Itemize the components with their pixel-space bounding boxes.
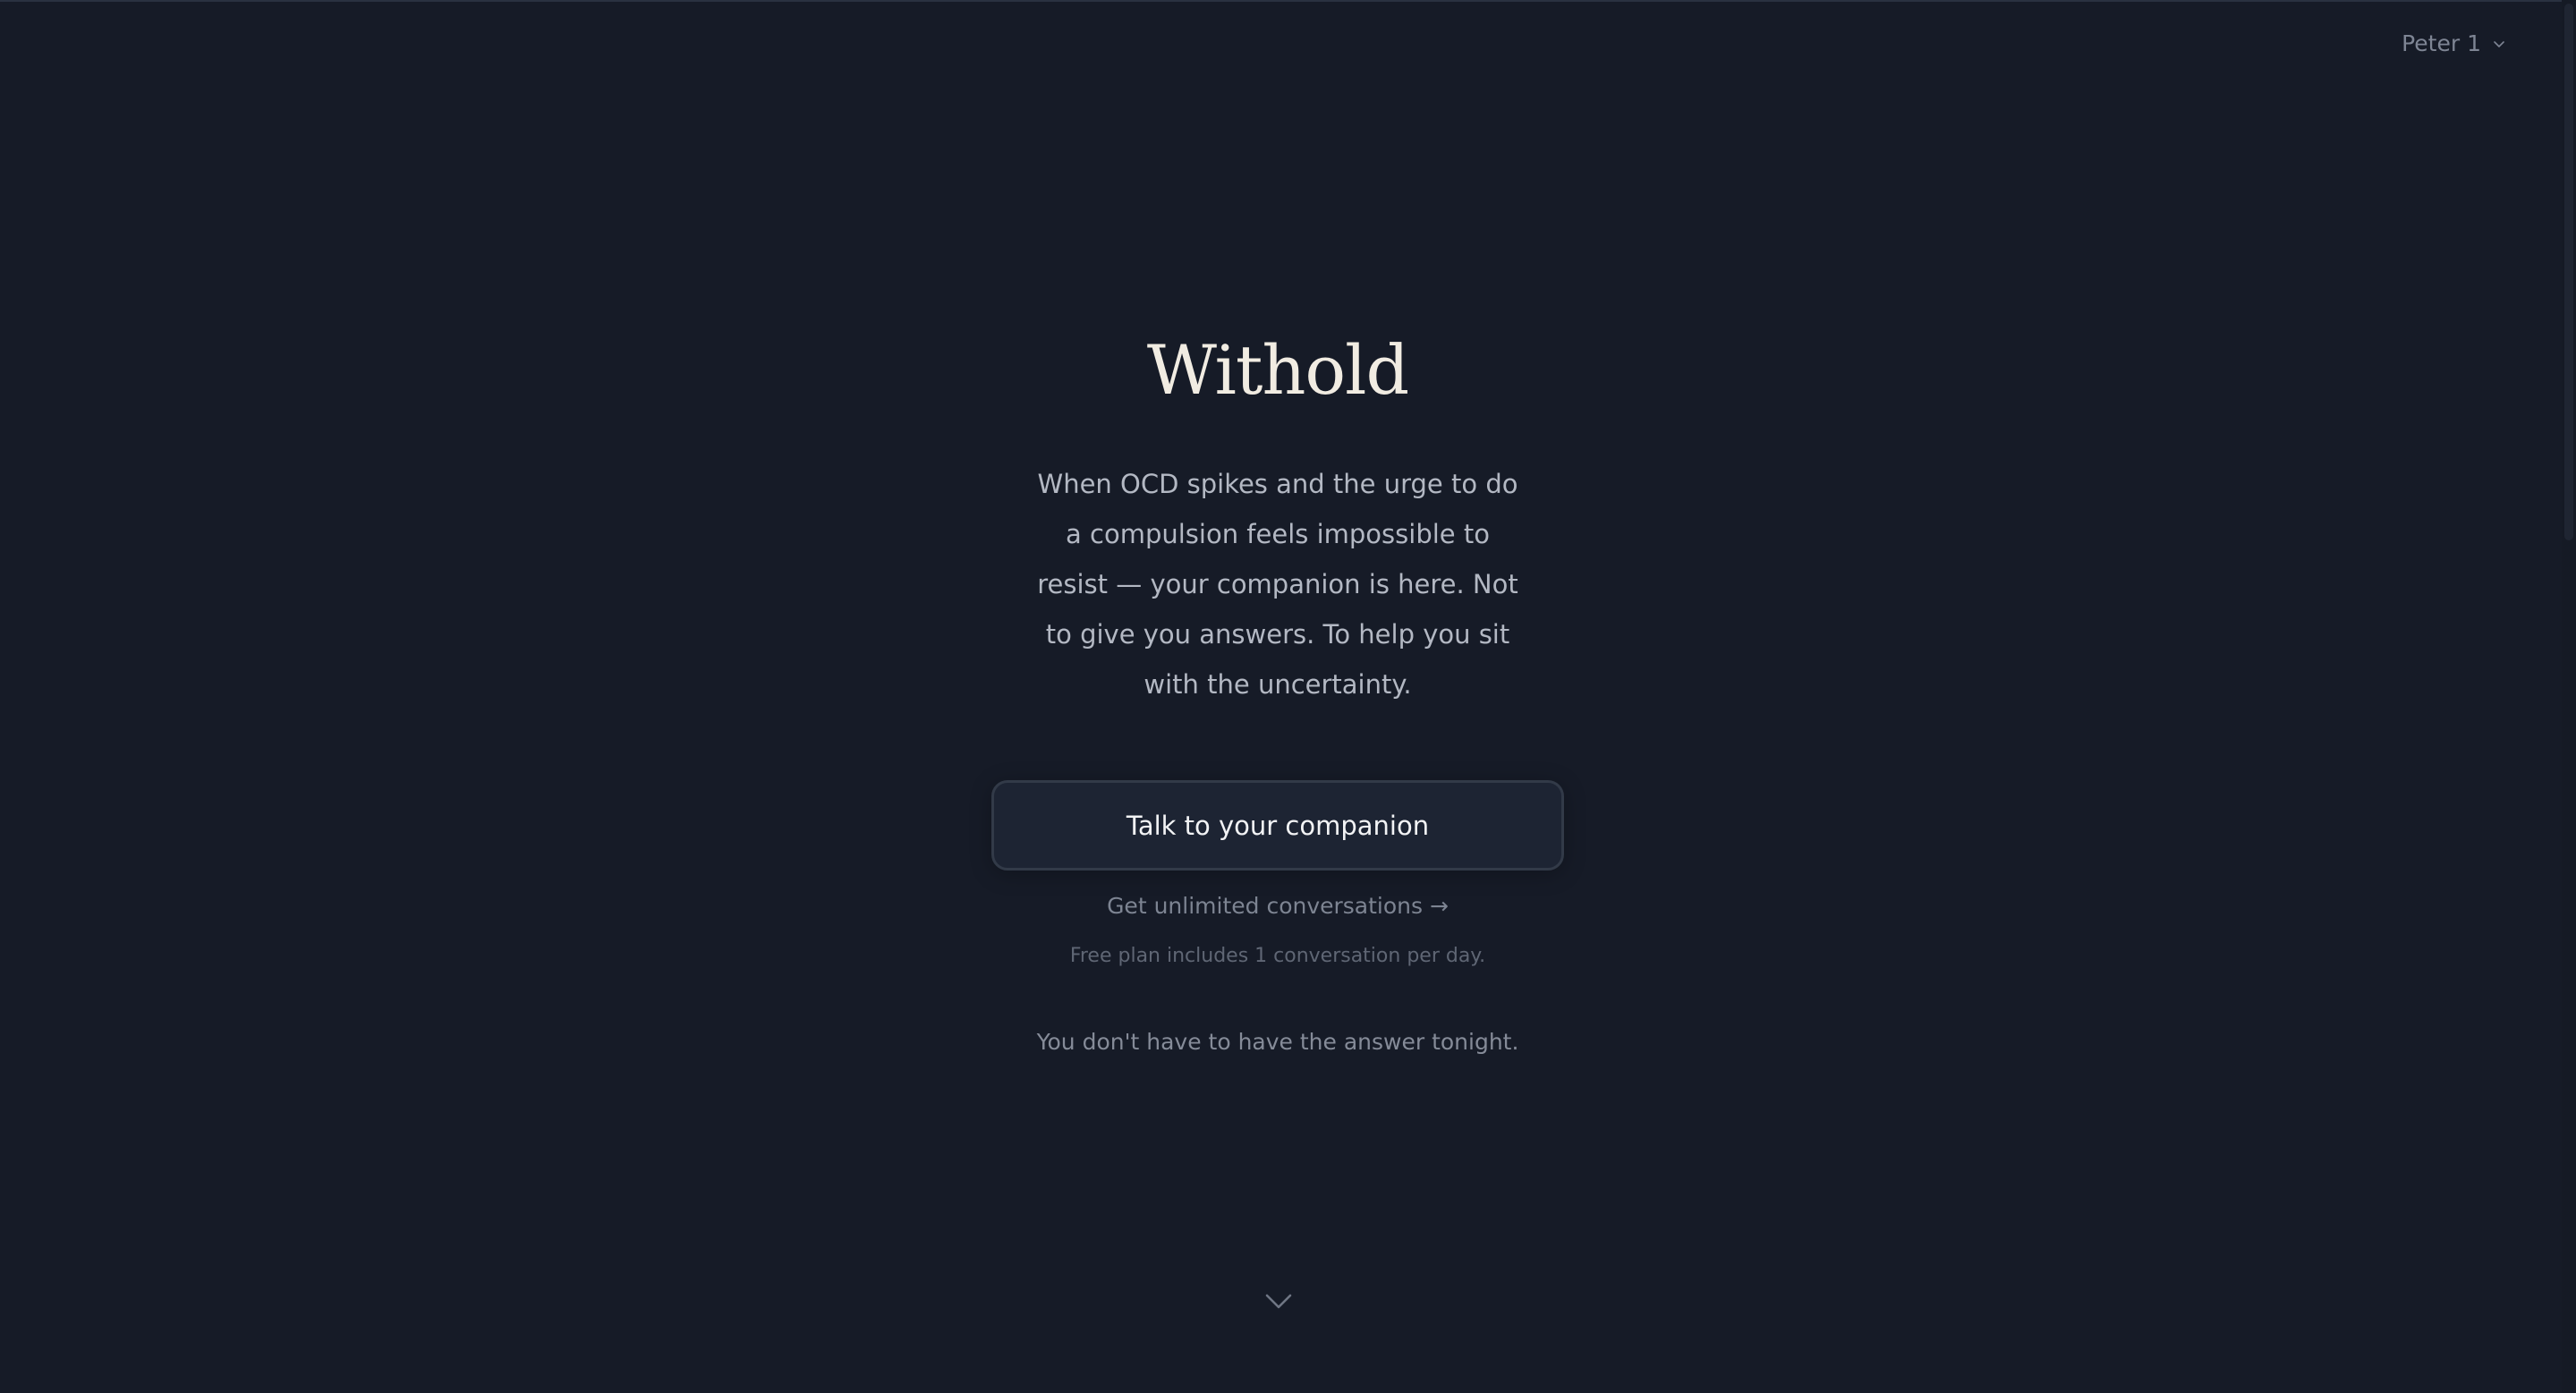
scrollbar-thumb[interactable] — [2564, 4, 2573, 540]
chevron-down-icon — [2494, 40, 2504, 47]
hero-description: When OCD spikes and the urge to do a com… — [1037, 469, 1518, 700]
free-plan-note: Free plan includes 1 conversation per da… — [1069, 945, 1486, 967]
scroll-down-chevron-icon[interactable] — [1264, 1290, 1293, 1312]
unlimited-conversations-link[interactable]: Get unlimited conversations → — [975, 889, 1580, 923]
user-menu[interactable]: Peter 1 — [2402, 30, 2506, 56]
top-border — [0, 0, 2576, 2]
talk-to-companion-button[interactable]: Talk to your companion — [991, 780, 1564, 871]
scrollbar[interactable] — [2562, 0, 2576, 1393]
page-title: Withold — [1146, 330, 1409, 410]
user-name: Peter 1 — [2402, 30, 2481, 56]
tagline: You don't have to have the answer tonigh… — [1036, 1029, 1519, 1055]
